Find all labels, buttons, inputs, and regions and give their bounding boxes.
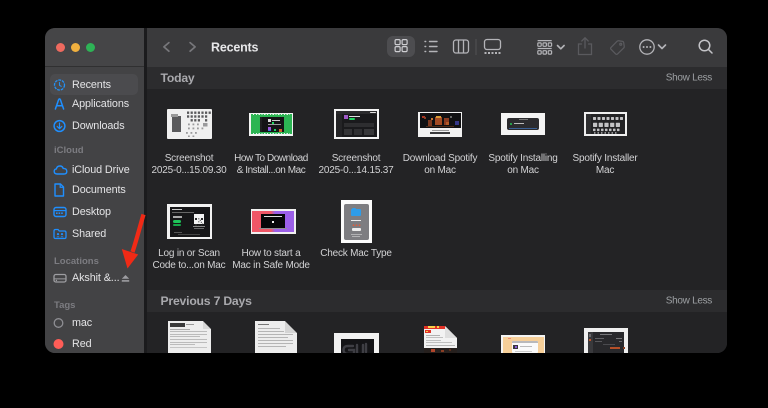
svg-text:Recents: Recents: [211, 41, 258, 55]
